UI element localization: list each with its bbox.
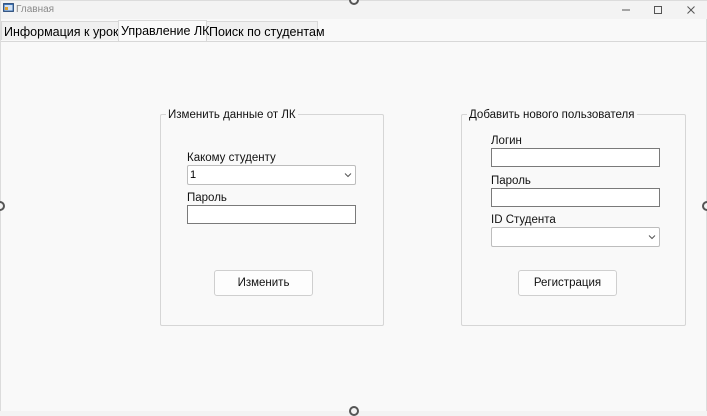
change-password-field[interactable] [187,205,356,225]
app-icon [3,3,14,12]
add-user-group-title: Добавить нового пользователя [467,108,637,122]
resize-handle-right[interactable] [702,201,707,211]
main-window: Главная Информация к уроку Поиск по студ… [0,0,707,411]
chevron-down-icon [648,235,656,240]
maximize-icon [654,6,662,14]
change-account-group-title: Изменить данные от ЛК [166,108,298,122]
close-button[interactable] [674,1,707,19]
change-password-input[interactable] [188,207,355,225]
student-id-label: ID Студента [491,214,556,226]
student-select-label: Какому студенту [187,152,276,164]
change-password-label: Пароль [187,192,227,204]
login-label: Логин [491,135,522,147]
resize-handle-bottom[interactable] [349,406,359,416]
student-id-select[interactable] [491,227,660,247]
minimize-button[interactable] [609,1,643,19]
new-password-input[interactable] [492,190,659,208]
window-title: Главная [16,4,55,15]
tab-lesson-info[interactable]: Информация к уроку [1,21,125,40]
change-button[interactable]: Изменить [214,270,313,296]
minimize-icon [622,9,630,11]
tab-student-search[interactable]: Поиск по студентам [206,21,325,40]
login-input[interactable] [492,150,659,168]
login-field[interactable] [491,148,660,168]
new-password-field[interactable] [491,188,660,208]
new-password-label: Пароль [491,175,531,187]
tab-strip: Информация к уроку Поиск по студентам Уп… [1,20,707,41]
tab-account-management[interactable]: Управление ЛК [118,20,209,41]
maximize-button[interactable] [641,1,675,19]
student-select[interactable]: 1 [187,165,356,185]
register-button[interactable]: Регистрация [518,270,617,296]
student-select-value: 1 [190,169,197,181]
close-icon [687,6,695,14]
chevron-down-icon [344,173,352,178]
